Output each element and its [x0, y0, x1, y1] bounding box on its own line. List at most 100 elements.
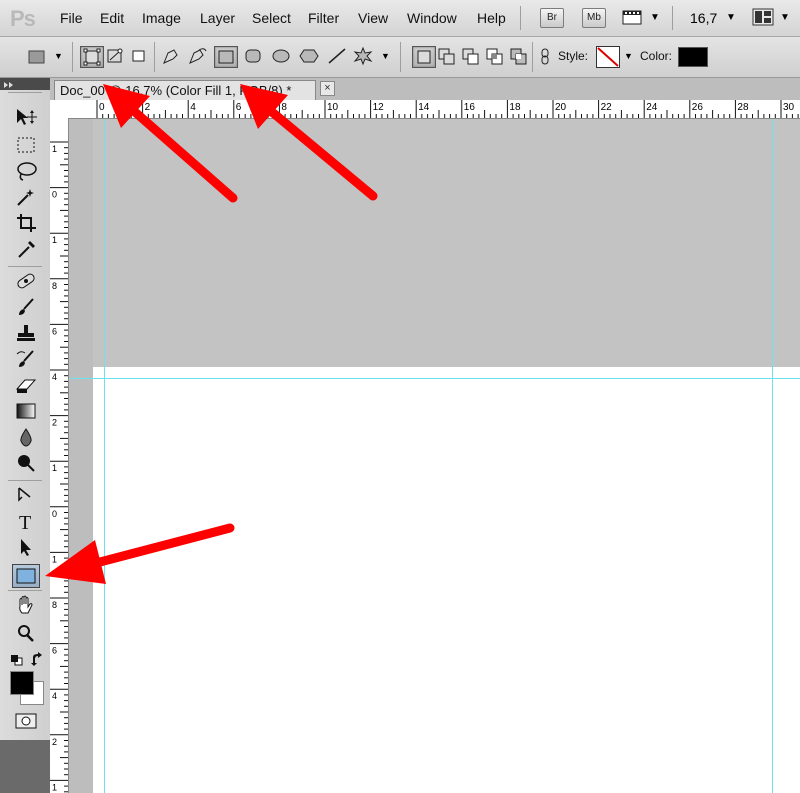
menu-edit[interactable]: Edit — [100, 10, 124, 26]
shape-layers-button[interactable] — [80, 46, 104, 68]
menu-file[interactable]: File — [60, 10, 83, 26]
dodge-icon[interactable] — [13, 452, 39, 474]
ruler-top-label: 18 — [509, 102, 521, 113]
close-icon[interactable]: × — [320, 81, 335, 96]
intersect-shape-areas-icon[interactable] — [484, 46, 506, 66]
ellipse-icon[interactable] — [270, 46, 292, 66]
gradient-icon[interactable] — [13, 400, 39, 422]
brush-icon[interactable] — [13, 296, 39, 318]
arrange-documents-icon[interactable] — [752, 8, 774, 26]
svg-text:T: T — [19, 512, 31, 532]
ruler-left-label: 8 — [52, 600, 57, 610]
menu-help[interactable]: Help — [477, 10, 506, 26]
fill-pixels-button[interactable] — [128, 46, 150, 66]
options-divider — [532, 42, 533, 72]
options-divider — [72, 42, 73, 72]
freeform-pen-icon[interactable] — [186, 46, 208, 66]
rectangle-shape-button[interactable] — [214, 46, 238, 68]
menu-window[interactable]: Window — [407, 10, 457, 26]
chevron-down-icon[interactable]: ▼ — [780, 12, 790, 23]
color-swatch[interactable] — [678, 47, 708, 67]
ruler-top-label: 24 — [646, 102, 658, 113]
move-tool-icon[interactable] — [13, 106, 39, 128]
color-fill-layer[interactable] — [93, 119, 800, 367]
ruler-left-label: 0 — [52, 190, 57, 200]
eyedropper-icon[interactable] — [13, 238, 39, 260]
path-selection-icon[interactable] — [13, 536, 39, 558]
color-label: Color: — [640, 49, 673, 63]
custom-shape-icon[interactable] — [352, 46, 374, 66]
tool-preset-icon[interactable] — [26, 47, 48, 67]
toolbox: T — [0, 90, 51, 793]
ruler-top-label: 30 — [783, 102, 795, 113]
zoom-level[interactable]: 16,7 — [690, 10, 717, 26]
ruler-top-label: 26 — [692, 102, 704, 113]
chevron-down-icon[interactable]: ▼ — [381, 51, 390, 61]
ruler-top-label: 8 — [281, 102, 287, 113]
pen-tool-icon[interactable] — [160, 46, 182, 66]
guide-vertical-left[interactable] — [104, 119, 105, 793]
polygon-icon[interactable] — [298, 46, 320, 66]
blur-icon[interactable] — [13, 426, 39, 448]
type-icon[interactable]: T — [13, 510, 39, 534]
lasso-icon[interactable] — [13, 160, 39, 182]
rounded-rectangle-icon[interactable] — [242, 46, 264, 66]
quick-mask-icon[interactable] — [15, 712, 37, 730]
history-brush-icon[interactable] — [13, 348, 39, 370]
default-colors-icon[interactable] — [10, 653, 24, 666]
ruler-left-label: 1 — [52, 463, 57, 473]
line-icon[interactable] — [326, 46, 348, 66]
mini-bridge-button[interactable]: Mb — [582, 8, 606, 28]
guide-vertical-right[interactable] — [772, 119, 773, 793]
chevron-down-icon[interactable]: ▼ — [54, 51, 63, 61]
crop-icon[interactable] — [13, 212, 39, 234]
menu-layer[interactable]: Layer — [200, 10, 235, 26]
menu-filter[interactable]: Filter — [308, 10, 339, 26]
toolbox-separator — [8, 480, 42, 481]
ruler-top-label: 16 — [464, 102, 476, 113]
subtract-from-shape-area-icon[interactable] — [460, 46, 482, 66]
menu-image[interactable]: Image — [142, 10, 181, 26]
guide-horizontal[interactable] — [69, 378, 800, 379]
menu-view[interactable]: View — [358, 10, 388, 26]
add-to-shape-area-icon[interactable] — [436, 46, 458, 66]
toolbox-separator — [8, 266, 42, 267]
pen-icon[interactable] — [13, 484, 39, 506]
menu-select[interactable]: Select — [252, 10, 291, 26]
view-extras-icon[interactable] — [622, 9, 646, 26]
options-divider — [400, 42, 401, 72]
spot-healing-brush-icon[interactable] — [13, 270, 39, 292]
chevron-down-icon[interactable]: ▼ — [624, 51, 633, 61]
options-bar: ▼ ▼ Style: ▼ Color: — [0, 37, 800, 78]
swap-colors-icon[interactable] — [30, 652, 44, 666]
foreground-color-swatch[interactable] — [10, 671, 34, 695]
chevron-down-icon[interactable]: ▼ — [726, 12, 736, 23]
zoom-icon[interactable] — [13, 622, 39, 644]
ruler-top-label: 12 — [373, 102, 385, 113]
clone-stamp-icon[interactable] — [13, 322, 39, 344]
paths-button[interactable] — [104, 46, 126, 66]
bridge-button[interactable]: Br — [540, 8, 564, 28]
magic-wand-icon[interactable] — [13, 186, 39, 208]
eraser-icon[interactable] — [13, 374, 39, 396]
document-canvas[interactable] — [93, 367, 800, 793]
ruler-left-label: 1 — [52, 144, 57, 154]
style-swatch[interactable] — [596, 46, 620, 68]
document-tab[interactable]: Doc_00 @ 16,7% (Color Fill 1, RGB/8) * — [54, 80, 316, 101]
new-shape-layer-button[interactable] — [412, 46, 436, 68]
rectangle-tool-icon[interactable] — [12, 564, 40, 588]
rectangular-marquee-icon[interactable] — [13, 134, 39, 156]
horizontal-ruler[interactable]: 0 2 4 6 8 10 12 14 16 18 20 22 24 26 28 30 — [50, 100, 800, 119]
hand-icon[interactable] — [13, 594, 39, 616]
vertical-ruler[interactable]: 1 0 1 8 6 4 2 1 0 1 8 6 4 2 1 — [50, 118, 69, 793]
ruler-left-label: 2 — [52, 418, 57, 428]
toolbox-header[interactable] — [0, 78, 50, 90]
toolbox-footer — [0, 740, 50, 793]
ruler-top-label: 6 — [236, 102, 242, 113]
exclude-overlapping-shape-areas-icon[interactable] — [508, 46, 530, 66]
chevron-down-icon[interactable]: ▼ — [650, 12, 660, 23]
ruler-left-label: 0 — [52, 509, 57, 519]
options-divider — [154, 42, 155, 72]
ruler-left-label: 6 — [52, 646, 57, 656]
link-icon[interactable] — [538, 48, 552, 66]
